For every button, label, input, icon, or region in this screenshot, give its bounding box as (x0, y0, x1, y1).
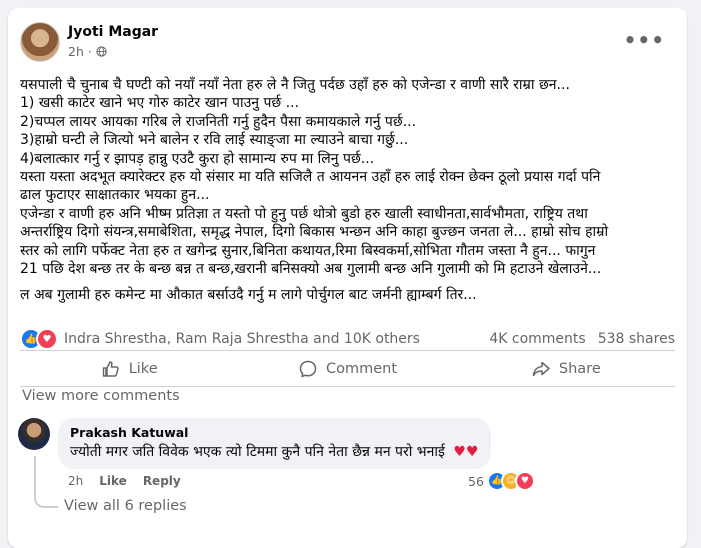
share-icon (532, 361, 550, 377)
post-meta: 2h · (68, 44, 107, 59)
comments-count[interactable]: 4K comments (489, 331, 585, 347)
comment-body: ज्योती मगर जति विवेक भएक त्यो टिममा कुनै… (70, 444, 445, 460)
comment-reaction-icons: 👍 ☺ ♥ (486, 471, 535, 491)
reaction-stats: 👍 ♥ Indra Shrestha, Ram Raja Shrestha an… (20, 328, 675, 350)
post-line: अन्तर्राष्ट्रिय दिगो संयन्त्र,समाबेशिता,… (20, 224, 609, 241)
commenter-name[interactable]: Prakash Katuwal (70, 425, 479, 440)
author-avatar[interactable] (20, 22, 60, 62)
shares-count[interactable]: 538 shares (598, 331, 675, 347)
meta-separator: · (87, 44, 92, 59)
action-bar: Like Comment Share (20, 352, 675, 386)
share-button[interactable]: Share (457, 352, 675, 386)
comment-text: ज्योती मगर जति विवेक भएक त्यो टिममा कुनै… (70, 442, 479, 461)
post-line: 21 पछि देश बन्छ तर के बन्छ बन्न त बन्छ,ख… (20, 261, 602, 278)
share-label: Share (558, 361, 601, 377)
post-line: एजेन्डा र वाणी हरु अनि भीष्म प्रतिज्ञा त… (20, 205, 588, 222)
post-body: यसपाली चै चुनाब चै घण्टी को नयाँ नयाँ ने… (20, 76, 680, 305)
comment-button[interactable]: Comment (238, 352, 456, 386)
comment-like-button[interactable]: Like (99, 474, 127, 488)
author-name[interactable]: Jyoti Magar (68, 24, 158, 40)
comment-label: Comment (325, 361, 398, 377)
reaction-icons[interactable]: 👍 ♥ (20, 328, 58, 350)
comment-reactions[interactable]: 56 👍 ☺ ♥ (468, 471, 541, 491)
post-line: ल अब गुलामी हरु कमेन्ट मा औकात बर्साउदै … (20, 287, 477, 304)
post-line: 1) खसी काटेर खाने भए गोरु काटेर खान पाउन… (20, 95, 300, 112)
like-label: Like (128, 361, 158, 377)
post-line: 3)हाम्रो घन्टी ले जित्यो भने बालेन र रवि… (20, 132, 409, 149)
love-icon: ♥ (514, 471, 535, 491)
divider (20, 350, 675, 351)
comment-time[interactable]: 2h (68, 474, 83, 488)
thumbs-up-icon (102, 361, 119, 377)
view-replies-link[interactable]: View all 6 replies (64, 498, 187, 514)
post-line: यसपाली चै चुनाब चै घण्टी को नयाँ नयाँ ने… (20, 77, 570, 93)
comment-bubble: Prakash Katuwal ज्योती मगर जति विवेक भएक… (58, 418, 491, 469)
post-line: ढाल फुटाएर साक्षातकार भयका हुन... (20, 187, 210, 204)
post-line: यस्ता यस्ता अदभूत क्यारेक्टर हरु यो संसा… (20, 169, 601, 186)
comment-actions: 2h Like Reply (68, 474, 181, 488)
view-more-comments-link[interactable]: View more comments (22, 388, 180, 404)
post-line: 4)बलात्कार गर्नु र झापड़ हान्नु एउटै कुर… (20, 150, 375, 167)
post-time[interactable]: 2h (68, 44, 84, 59)
more-options-icon[interactable]: ••• (624, 28, 665, 52)
post-line: 2)चप्पल लायर आयका गरिब ले राजनिती गर्नु … (20, 113, 417, 130)
comment-reaction-count: 56 (468, 473, 484, 489)
commenter-avatar[interactable] (18, 418, 50, 450)
globe-icon (96, 46, 107, 57)
engagement-counts: 4K comments 538 shares (489, 331, 675, 347)
comment-reply-button[interactable]: Reply (143, 474, 181, 488)
post-header: Jyoti Magar 2h · ••• (20, 22, 675, 66)
love-icon: ♥ (36, 328, 58, 350)
like-button[interactable]: Like (20, 352, 238, 386)
post-line: स्तर को लागि पर्फेक्ट नेता हरु त खगेन्द्… (20, 242, 596, 259)
comment-icon (299, 360, 317, 378)
divider (20, 386, 675, 387)
reactors-summary[interactable]: Indra Shrestha, Ram Raja Shrestha and 10… (64, 331, 420, 347)
heart-emoji: ♥♥ (453, 444, 479, 460)
reply-thread-line (34, 456, 58, 508)
